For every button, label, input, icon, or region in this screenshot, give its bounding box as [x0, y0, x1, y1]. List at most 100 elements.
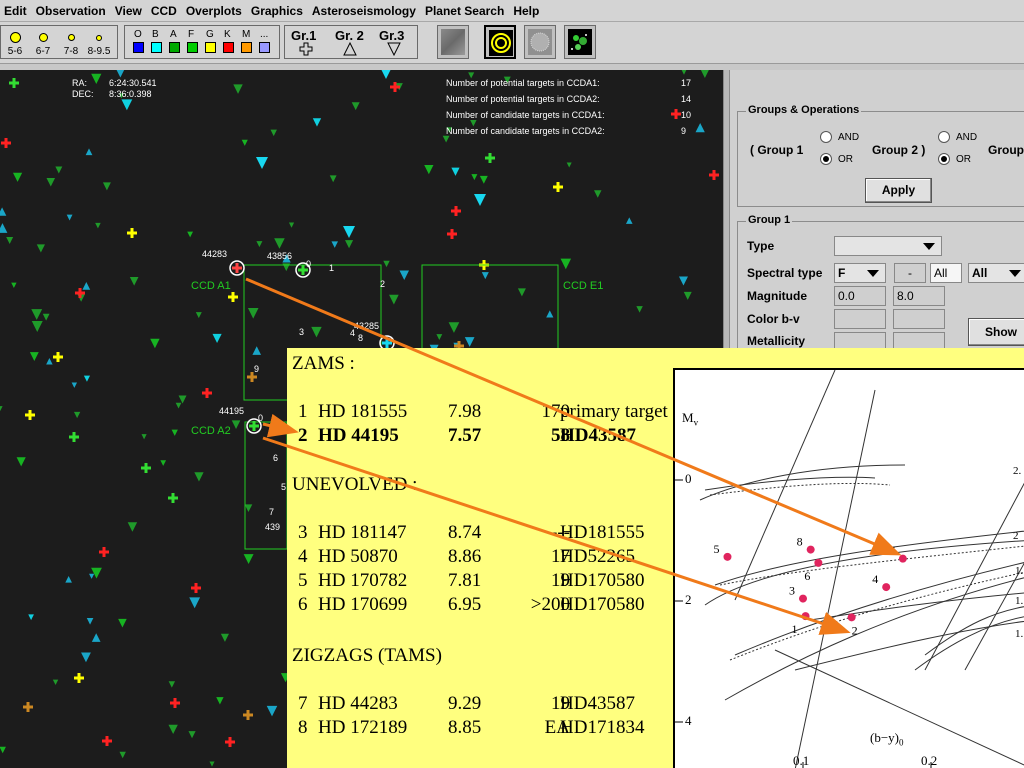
star-marker — [424, 165, 434, 175]
group1-and-radio[interactable] — [820, 131, 832, 143]
star-cluster-icon — [568, 29, 592, 55]
target-rings-icon — [489, 30, 513, 56]
star-marker — [252, 346, 262, 355]
spectral-type-swatch[interactable] — [259, 42, 270, 53]
ra-value: 6:24:30.541 — [109, 78, 157, 88]
spectral-type-legend: O B A F G K M... — [124, 25, 280, 59]
spectral-type-swatch[interactable] — [187, 42, 198, 53]
menu-planet-search[interactable]: Planet Search — [421, 4, 509, 18]
spectral-type-swatch[interactable] — [241, 42, 252, 53]
target-magnitude: 7.81 — [448, 570, 482, 591]
star-cross-marker — [127, 228, 137, 238]
magnitude-min-field[interactable]: 0.0 — [834, 286, 886, 306]
spectral-type-label: A — [170, 29, 177, 40]
star-marker — [479, 175, 488, 184]
target-number: 7 — [298, 693, 308, 714]
spectral-dash-field[interactable]: - — [894, 263, 926, 283]
target-row[interactable]: 3 HD 181147 8.74 --- HD181555 — [298, 522, 718, 546]
color-bv-max-field[interactable] — [893, 309, 945, 329]
star-marker — [695, 123, 705, 133]
menu-graphics[interactable]: Graphics — [247, 4, 308, 18]
star-cross-marker — [191, 583, 201, 593]
target-name: HD 44283 — [318, 693, 398, 714]
menu-help[interactable]: Help — [509, 4, 544, 18]
spectral-all-field[interactable]: All — [930, 263, 962, 283]
star-cross-marker — [170, 698, 180, 708]
star-cluster-button[interactable] — [564, 25, 596, 59]
magnitude-max-field[interactable]: 8.0 — [893, 286, 945, 306]
hr-track-label: 2. — [1013, 465, 1022, 477]
group-1-label[interactable]: Gr.1 — [291, 28, 316, 43]
group-2-label[interactable]: Gr. 2 — [335, 28, 364, 43]
star-marker — [85, 148, 93, 156]
target-rings-button[interactable] — [484, 25, 516, 59]
apply-button[interactable]: Apply — [865, 178, 932, 203]
spectral-all-select[interactable]: All — [968, 263, 1024, 283]
hr-point-label: 6 — [804, 569, 810, 583]
hr-ytick-label: 0 — [685, 471, 692, 486]
magnitude-item[interactable]: 5-6 — [4, 26, 26, 57]
target-note: HD170580 — [560, 570, 645, 591]
target-row[interactable]: 8 HD 172189 8.85 EA HD171834 — [298, 717, 718, 741]
spectral-type-swatch[interactable] — [151, 42, 162, 53]
menu-asteroseismology[interactable]: Asteroseismology — [308, 4, 421, 18]
ccd-a2-label: CCD A2 — [191, 425, 231, 437]
star-marker — [312, 118, 322, 127]
stat-value: 14 — [681, 94, 692, 104]
menu-ccd[interactable]: CCD — [147, 4, 182, 18]
show-button[interactable]: Show — [968, 318, 1024, 346]
ccd-index-1: 1 — [329, 263, 335, 273]
dec-label: DEC: — [72, 89, 94, 99]
spectral-type-select[interactable]: F — [834, 263, 886, 283]
magnitude-dot-icon — [67, 34, 75, 41]
magnitude-legend: 5-6 6-7 7-8 8-9.5 — [0, 25, 118, 59]
target-row[interactable]: 4 HD 50870 8.86 17 HD52265 — [298, 546, 718, 570]
spectral-type-swatch[interactable] — [205, 42, 216, 53]
target-note: HD171834 — [560, 717, 645, 738]
menu-observation[interactable]: Observation — [32, 4, 111, 18]
group-3-label[interactable]: Gr.3 — [379, 28, 404, 43]
sky-texture-button[interactable] — [437, 25, 469, 59]
target-row[interactable]: 1 HD 181555 7.98 170 primary target — [298, 401, 718, 425]
type-select[interactable] — [834, 236, 942, 256]
spectral-type-swatch[interactable] — [223, 42, 234, 53]
target-magnitude: 7.98 — [448, 401, 482, 422]
spectral-type-swatch[interactable] — [169, 42, 180, 53]
group2-or-radio[interactable] — [938, 153, 950, 165]
hr-point-7 — [898, 554, 907, 563]
target-magnitude: 7.57 — [448, 425, 482, 446]
stat-value: 17 — [681, 78, 692, 88]
color-bv-label: Color b-v — [747, 312, 800, 326]
spectral-type-swatch[interactable] — [133, 42, 144, 53]
target-row[interactable]: 6 HD 170699 6.95 >200 HD170580 — [298, 594, 718, 618]
dotted-disk-button[interactable] — [524, 25, 556, 59]
group1-or-radio[interactable] — [820, 153, 832, 165]
target-row[interactable]: 2 HD 44195 7.57 58 HD43587 — [298, 425, 718, 449]
color-bv-min-field[interactable] — [834, 309, 886, 329]
star-marker — [82, 282, 91, 290]
star-cross-marker — [69, 432, 79, 442]
ccd-index-7: 7 — [269, 507, 275, 517]
magnitude-label: 5-6 — [7, 46, 23, 57]
target-note: HD181555 — [560, 522, 645, 543]
ccd-index-2: 2 — [380, 279, 386, 289]
group2-and-radio[interactable] — [938, 131, 950, 143]
target-number: 5 — [298, 570, 308, 591]
star-marker — [28, 614, 34, 621]
magnitude-item[interactable]: 7-8 — [60, 26, 82, 57]
magnitude-item[interactable]: 8-9.5 — [88, 26, 110, 57]
magnitude-item[interactable]: 6-7 — [32, 26, 54, 57]
target-row[interactable]: 5 HD 170782 7.81 19 HD170580 — [298, 570, 718, 594]
menu-view[interactable]: View — [111, 4, 147, 18]
ccd-index-8: 8 — [358, 333, 364, 343]
star-marker — [189, 597, 201, 609]
ra-label: RA: — [72, 78, 88, 88]
star-marker — [86, 617, 94, 625]
menu-edit[interactable]: Edit — [0, 4, 32, 18]
menu-overplots[interactable]: Overplots — [182, 4, 247, 18]
star-marker — [91, 633, 101, 642]
hr-point-label: 3 — [789, 584, 795, 598]
star-id-43856: 43856 — [267, 251, 293, 261]
evolutionary-track — [794, 620, 1024, 671]
target-row[interactable]: 7 HD 44283 9.29 19 HD43587 — [298, 693, 718, 717]
